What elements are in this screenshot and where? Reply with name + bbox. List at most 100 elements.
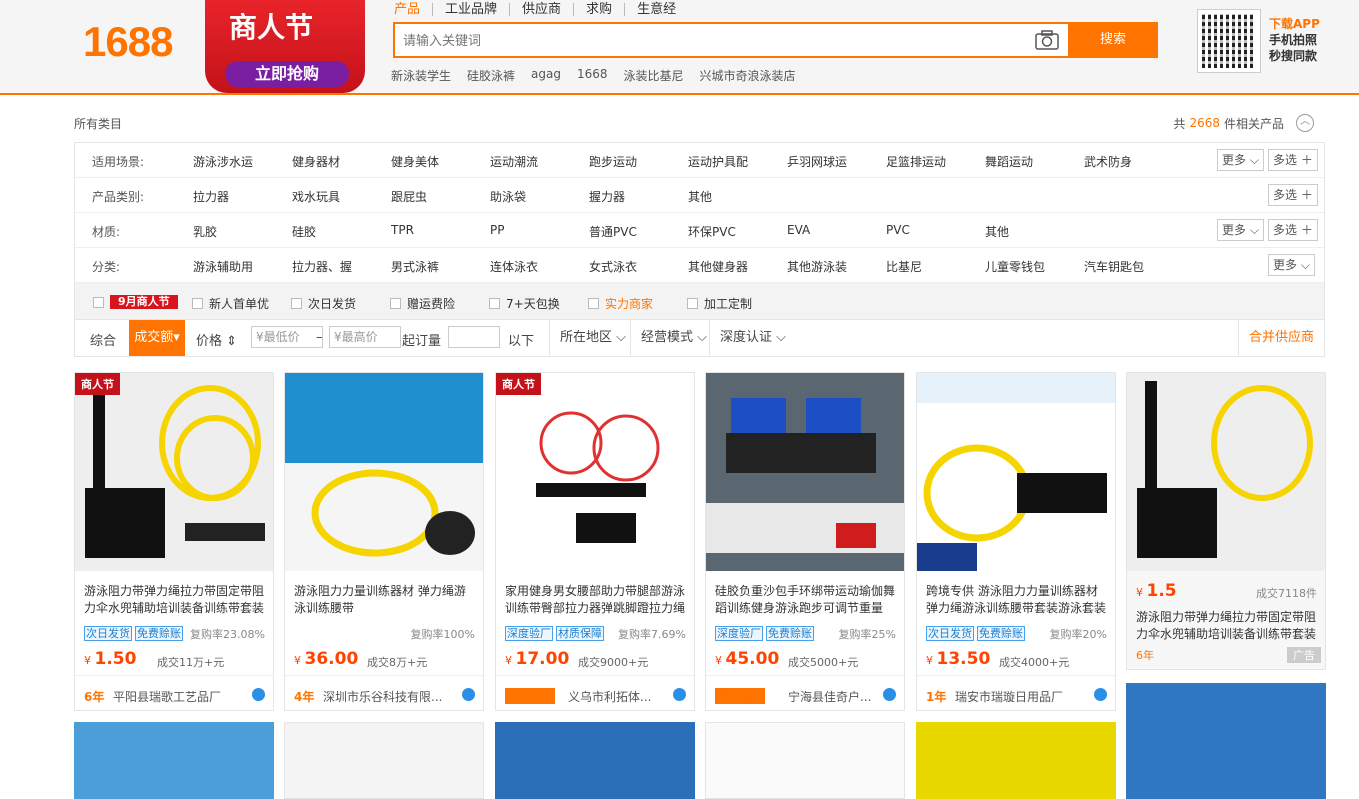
checkbox[interactable] (93, 296, 104, 308)
checkbox[interactable] (192, 298, 203, 309)
filter-option[interactable]: 女式泳衣 (589, 258, 637, 275)
product-title[interactable]: 游泳阻力带弹力绳拉力带固定带阻力伞水兜辅助培训装备训练带套装 (1136, 609, 1318, 643)
filter-option[interactable]: 儿童零钱包 (985, 258, 1045, 275)
product-image[interactable] (916, 722, 1116, 799)
filter-option[interactable]: 普通PVC (589, 223, 637, 240)
filter-option[interactable]: TPR (391, 223, 414, 237)
chat-icon[interactable] (462, 688, 475, 701)
shop-name[interactable]: 平阳县瑞歌工艺品厂 (113, 688, 253, 705)
filter-option[interactable]: 比基尼 (886, 258, 922, 275)
hot-word[interactable]: 硅胶泳裤 (467, 67, 515, 84)
search-tab-buy[interactable]: 求购 (574, 2, 626, 16)
search-button[interactable]: 搜索 (1068, 22, 1158, 58)
chat-icon[interactable] (1094, 688, 1107, 701)
moq-input[interactable] (448, 326, 500, 348)
hot-word[interactable]: 1668 (577, 67, 608, 84)
filter-option[interactable]: 助泳袋 (490, 188, 526, 205)
product-image[interactable] (1127, 373, 1325, 571)
more-button[interactable]: 更多 ⌵ (1268, 254, 1315, 276)
search-tab-brand[interactable]: 工业品牌 (433, 2, 511, 16)
collapse-icon[interactable]: ︿ (1296, 114, 1314, 132)
sort-volume[interactable]: 成交额▾ (129, 320, 185, 356)
check-custom[interactable]: 加工定制 (687, 295, 752, 312)
breadcrumb[interactable]: 所有类目 (74, 115, 122, 132)
filter-option[interactable]: 环保PVC (688, 223, 736, 240)
sort-default[interactable]: 综合 (90, 330, 116, 349)
product-image[interactable] (284, 722, 484, 799)
product-title[interactable]: 跨境专供 游泳阻力力量训练器材弹力绳游泳训练腰带套装游泳套装 (926, 583, 1108, 619)
check-strong-merchant[interactable]: 实力商家 (588, 295, 653, 312)
sort-price[interactable]: 价格 ⇕ (196, 330, 237, 349)
product-title[interactable]: 硅胶负重沙包手环绑带运动瑜伽舞蹈训练健身游泳跑步可调节重量 (715, 583, 897, 619)
hot-word[interactable]: 兴城市奇浪泳装店 (700, 67, 796, 84)
checkbox[interactable] (291, 298, 302, 309)
shop-name[interactable]: 瑞安市瑞璇日用品厂 (955, 688, 1095, 705)
filter-option[interactable]: PP (490, 223, 504, 237)
filter-option[interactable]: 运动潮流 (490, 153, 538, 170)
min-price-input[interactable]: ¥最低价 (251, 326, 323, 348)
product-card[interactable]: 跨境专供 游泳阻力力量训练器材弹力绳游泳训练腰带套装游泳套装 次日发货 免费赊账 … (916, 372, 1116, 711)
shop-name[interactable]: 宁海县佳奇户... (788, 688, 888, 705)
search-input[interactable] (403, 30, 1003, 52)
check-promo[interactable]: 9月商人节 (93, 295, 178, 309)
mode-select[interactable]: 经营模式 ⌵ (630, 320, 717, 356)
filter-option[interactable]: 跑步运动 (589, 153, 637, 170)
more-button[interactable]: 更多 ⌵ (1217, 219, 1264, 241)
checkbox[interactable] (489, 298, 500, 309)
filter-option[interactable]: 游泳辅助用 (193, 258, 253, 275)
chat-icon[interactable] (883, 688, 896, 701)
multi-select-button[interactable]: 多选 ＋ (1268, 149, 1318, 171)
product-card[interactable]: 商人节 游泳阻力带弹力绳拉力带固定带阻力伞水兜辅助培训装备训练带套装 次日发货免… (74, 372, 274, 711)
filter-option[interactable]: 戏水玩具 (292, 188, 340, 205)
filter-option[interactable]: 舞蹈运动 (985, 153, 1033, 170)
filter-option[interactable]: PVC (886, 223, 910, 237)
site-logo[interactable]: 1688 (83, 18, 173, 66)
max-price-input[interactable]: ¥最高价 (329, 326, 401, 348)
filter-option[interactable]: 硅胶 (292, 223, 316, 240)
merge-supplier-button[interactable]: 合并供应商 (1237, 320, 1324, 356)
filter-option[interactable]: 汽车钥匙包 (1084, 258, 1144, 275)
product-title[interactable]: 游泳阻力力量训练器材 弹力绳游泳训练腰带 (294, 583, 476, 619)
promo-banner[interactable]: 商人节 立即抢购 (205, 0, 365, 93)
filter-option[interactable]: 乳胶 (193, 223, 217, 240)
filter-option[interactable]: 武术防身 (1084, 153, 1132, 170)
search-tab-business[interactable]: 生意经 (625, 3, 688, 16)
filter-option[interactable]: 健身器材 (292, 153, 340, 170)
checkbox[interactable] (687, 298, 698, 309)
product-title[interactable]: 家用健身男女腰部助力带腿部游泳训练带臀部拉力器弹跳脚蹬拉力绳 (505, 583, 687, 619)
filter-option[interactable]: 足篮排运动 (886, 153, 946, 170)
filter-option[interactable]: 乒羽网球运 (787, 153, 847, 170)
camera-icon[interactable] (1035, 30, 1059, 50)
filter-option[interactable]: 其他健身器 (688, 258, 748, 275)
location-select[interactable]: 所在地区 ⌵ (549, 320, 636, 356)
filter-option[interactable]: 健身美体 (391, 153, 439, 170)
hot-word[interactable]: agag (531, 67, 561, 84)
check-freight[interactable]: 赠运费险 (390, 295, 455, 312)
search-tab-product[interactable]: 产品 (394, 2, 434, 16)
filter-option[interactable]: 拉力器、握 (292, 258, 352, 275)
product-title[interactable]: 游泳阻力带弹力绳拉力带固定带阻力伞水兜辅助培训装备训练带套装 (84, 583, 266, 619)
product-image[interactable] (496, 373, 694, 571)
checkbox[interactable] (390, 298, 401, 309)
product-card[interactable]: 游泳阻力力量训练器材 弹力绳游泳训练腰带 复购率100% ¥ 36.00 成交8… (284, 372, 484, 711)
filter-option[interactable]: EVA (787, 223, 810, 237)
filter-option[interactable]: 握力器 (589, 188, 625, 205)
shop-name[interactable]: 深圳市乐谷科技有限... (323, 688, 463, 705)
more-button[interactable]: 更多 ⌵ (1217, 149, 1264, 171)
product-image[interactable] (495, 722, 695, 799)
filter-option[interactable]: 运动护具配 (688, 153, 748, 170)
product-image[interactable] (285, 373, 483, 571)
chat-icon[interactable] (252, 688, 265, 701)
multi-select-button[interactable]: 多选 ＋ (1268, 219, 1318, 241)
product-image[interactable] (706, 373, 904, 571)
filter-option[interactable]: 其他 (688, 188, 712, 205)
ad-card[interactable]: ¥ 1.5 成交7118件 游泳阻力带弹力绳拉力带固定带阻力伞水兜辅助培训装备训… (1126, 372, 1326, 670)
filter-option[interactable]: 其他游泳装 (787, 258, 847, 275)
search-tab-supplier[interactable]: 供应商 (510, 2, 575, 16)
promo-button[interactable]: 立即抢购 (225, 61, 349, 87)
filter-option[interactable]: 连体泳衣 (490, 258, 538, 275)
multi-select-button[interactable]: 多选 ＋ (1268, 184, 1318, 206)
product-image[interactable] (917, 373, 1115, 571)
product-card[interactable]: 硅胶负重沙包手环绑带运动瑜伽舞蹈训练健身游泳跑步可调节重量 深度验厂 免费赊账 复… (705, 372, 905, 711)
hot-word[interactable]: 泳装比基尼 (624, 67, 684, 84)
